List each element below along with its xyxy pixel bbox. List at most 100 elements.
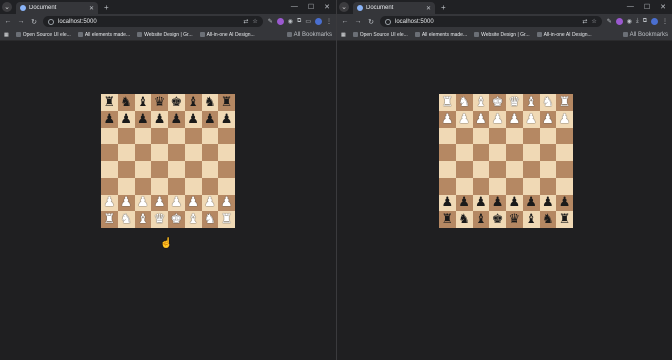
white-pawn-icon[interactable]: ♟ [559, 113, 571, 126]
board-square[interactable] [556, 144, 573, 161]
board-square[interactable]: ♝ [472, 211, 490, 228]
white-pawn-icon[interactable]: ♟ [475, 113, 487, 126]
black-king-icon[interactable]: ♚ [492, 213, 504, 226]
board-square[interactable]: ♝ [184, 94, 202, 111]
board-square[interactable] [168, 144, 185, 161]
board-square[interactable] [556, 127, 573, 145]
board-square[interactable] [101, 144, 118, 161]
black-knight-icon[interactable]: ♞ [204, 96, 216, 109]
black-pawn-icon[interactable]: ♟ [171, 113, 183, 126]
board-square[interactable] [151, 177, 168, 195]
board-square[interactable] [522, 144, 540, 161]
white-knight-icon[interactable]: ♞ [120, 213, 132, 226]
bookmark-item[interactable]: All-in-one AI Design... [199, 32, 255, 38]
profile-avatar[interactable] [651, 18, 658, 25]
white-pawn-icon[interactable]: ♟ [458, 113, 470, 126]
board-square[interactable] [168, 177, 185, 195]
black-rook-icon[interactable]: ♜ [442, 213, 454, 226]
white-pawn-icon[interactable]: ♟ [525, 113, 537, 126]
board-square[interactable] [506, 127, 523, 145]
back-icon[interactable]: ← [4, 18, 12, 25]
board-square[interactable] [168, 127, 185, 145]
board-square[interactable] [439, 144, 456, 161]
board-square[interactable]: ♚ [168, 211, 185, 228]
maximize-icon[interactable]: ☐ [308, 3, 314, 11]
board-square[interactable]: ♛ [506, 94, 523, 111]
bookmark-item[interactable]: Open Source UI ele... [352, 32, 408, 38]
back-icon[interactable]: ← [341, 18, 349, 25]
site-info-icon[interactable] [385, 18, 391, 25]
address-bar[interactable]: localhost:5000 ⇄ ☆ [380, 16, 602, 27]
board-square[interactable]: ♟ [472, 194, 490, 212]
board-square[interactable] [151, 144, 168, 161]
board-square[interactable] [506, 144, 523, 161]
board-square[interactable] [489, 144, 506, 161]
black-pawn-icon[interactable]: ♟ [104, 113, 116, 126]
sidebar-icon[interactable]: ▭ [305, 18, 311, 25]
white-pawn-icon[interactable]: ♟ [187, 196, 199, 209]
new-tab-icon[interactable]: + [104, 3, 109, 12]
board-square[interactable] [522, 127, 540, 145]
board-square[interactable] [101, 127, 118, 145]
board-square[interactable]: ♜ [218, 94, 235, 111]
board-square[interactable]: ♚ [489, 94, 506, 111]
reload-icon[interactable]: ↻ [30, 18, 38, 26]
close-icon[interactable]: ✕ [426, 5, 431, 12]
black-pawn-icon[interactable]: ♟ [120, 113, 132, 126]
black-pawn-icon[interactable]: ♟ [187, 113, 199, 126]
board-square[interactable] [506, 161, 523, 178]
extension-icon[interactable] [276, 18, 284, 25]
white-pawn-icon[interactable]: ♟ [120, 196, 132, 209]
board-square[interactable] [184, 161, 202, 178]
board-square[interactable]: ♟ [556, 194, 573, 212]
board-square[interactable]: ♟ [522, 194, 540, 212]
board-square[interactable] [134, 177, 152, 195]
board-square[interactable]: ♝ [522, 211, 540, 228]
board-square[interactable]: ♟ [439, 110, 456, 128]
board-square[interactable] [101, 177, 118, 195]
board-square[interactable]: ♟ [201, 194, 219, 212]
board-square[interactable]: ♟ [184, 194, 202, 212]
white-rook-icon[interactable]: ♜ [221, 213, 233, 226]
black-pawn-icon[interactable]: ♟ [509, 196, 521, 209]
board-square[interactable] [522, 177, 540, 195]
board-square[interactable]: ♟ [539, 194, 557, 212]
new-tab-icon[interactable]: + [441, 3, 446, 12]
bookmark-item[interactable]: Website Design | Gr... [474, 32, 530, 38]
board-square[interactable] [506, 177, 523, 195]
white-pawn-icon[interactable]: ♟ [221, 196, 233, 209]
menu-icon[interactable]: ⋮ [326, 18, 332, 25]
minimize-icon[interactable]: — [291, 3, 298, 11]
white-king-icon[interactable]: ♚ [492, 96, 504, 109]
board-square[interactable]: ♚ [489, 211, 506, 228]
board-square[interactable]: ♞ [117, 211, 135, 228]
board-square[interactable] [522, 161, 540, 178]
board-square[interactable] [201, 177, 219, 195]
white-pawn-icon[interactable]: ♟ [154, 196, 166, 209]
black-pawn-icon[interactable]: ♟ [154, 113, 166, 126]
white-knight-icon[interactable]: ♞ [542, 96, 554, 109]
black-bishop-icon[interactable]: ♝ [475, 213, 487, 226]
board-square[interactable]: ♞ [201, 94, 219, 111]
board-square[interactable] [472, 161, 490, 178]
board-square[interactable]: ♟ [101, 194, 118, 212]
board-square[interactable]: ♟ [168, 194, 185, 212]
white-pawn-icon[interactable]: ♟ [104, 196, 116, 209]
white-bishop-icon[interactable]: ♝ [525, 96, 537, 109]
white-pawn-icon[interactable]: ♟ [442, 113, 454, 126]
board-square[interactable]: ♝ [184, 211, 202, 228]
board-square[interactable]: ♚ [168, 94, 185, 111]
forward-icon[interactable]: → [354, 18, 362, 25]
board-square[interactable] [489, 161, 506, 178]
board-square[interactable] [218, 144, 235, 161]
black-queen-icon[interactable]: ♛ [154, 96, 166, 109]
board-square[interactable] [117, 177, 135, 195]
board-square[interactable]: ♜ [218, 211, 235, 228]
bookmark-item[interactable]: All-in-one AI Design... [536, 32, 592, 38]
white-pawn-icon[interactable]: ♟ [542, 113, 554, 126]
white-knight-icon[interactable]: ♞ [204, 213, 216, 226]
board-square[interactable] [134, 161, 152, 178]
board-square[interactable] [184, 177, 202, 195]
reload-icon[interactable]: ↻ [367, 18, 375, 26]
board-square[interactable]: ♟ [218, 194, 235, 212]
